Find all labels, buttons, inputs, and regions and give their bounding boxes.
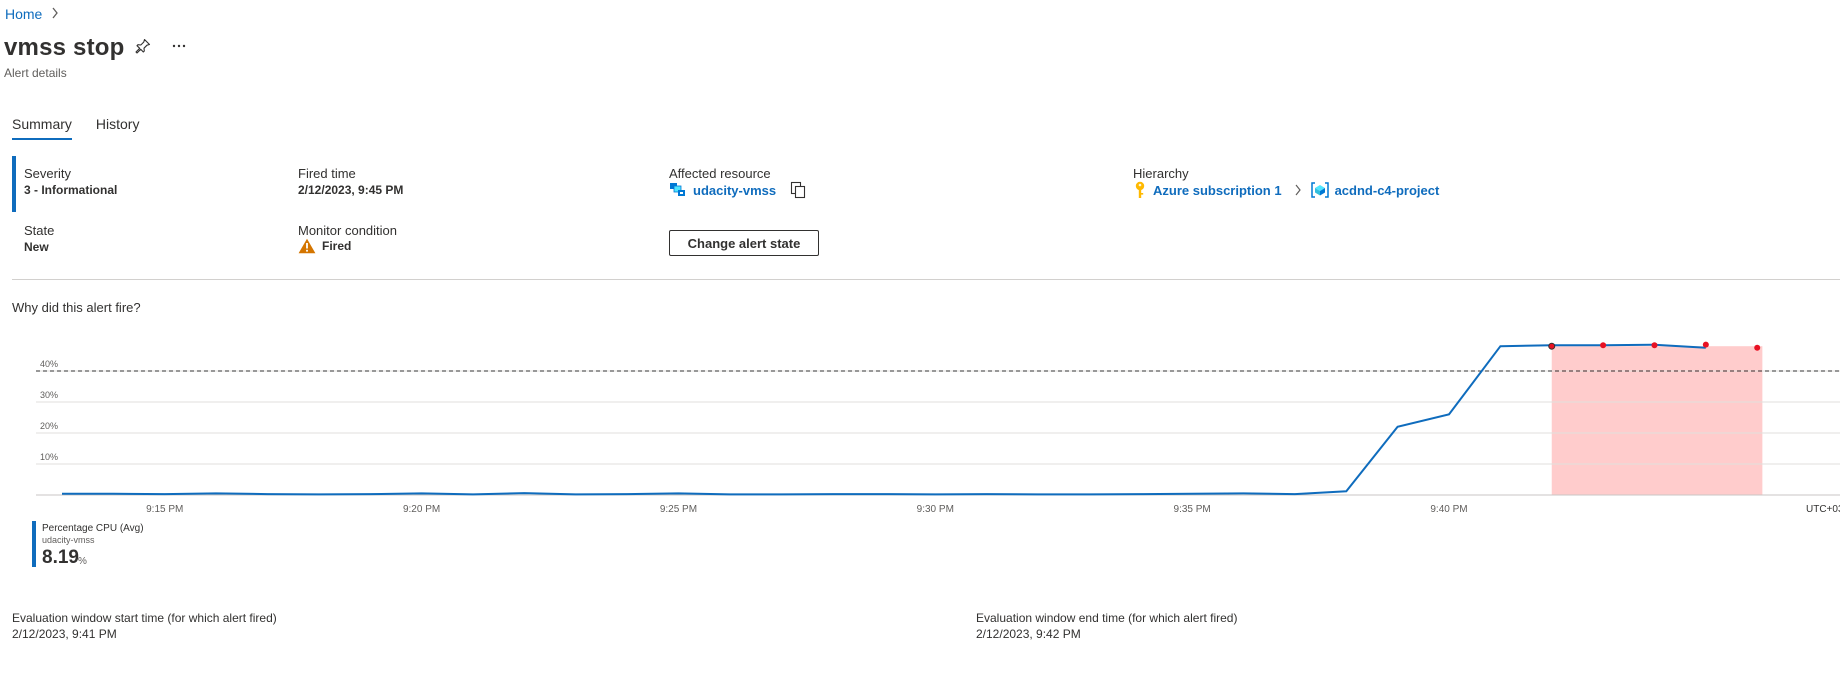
page-title: vmss stop [4,34,125,61]
x-tick-label: 9:35 PM [1174,504,1211,515]
key-icon [1133,181,1147,199]
monitor-condition: Fired [298,238,351,254]
hierarchy-subscription-link[interactable]: Azure subscription 1 [1153,183,1282,198]
severity-label: Severity [24,166,71,181]
x-tick-label: 9:30 PM [917,504,954,515]
breach-point [1754,344,1761,351]
tab-history[interactable]: History [96,116,140,140]
hierarchy-label: Hierarchy [1133,166,1189,181]
more-icon[interactable] [171,38,187,54]
tab-bar: Summary History [12,116,139,140]
vmss-icon [669,182,687,198]
breach-point [1600,342,1607,349]
y-tick-label: 20% [40,421,58,431]
breach-point [1548,342,1556,350]
state-value: New [24,240,49,254]
warning-icon [298,238,316,254]
breach-point [1651,342,1658,349]
monitor-condition-label: Monitor condition [298,223,397,238]
cpu-chart: 10% 20% 30% 40% 9:15 PM 9:20 PM 9:25 PM 9:30 PM… [36,341,1840,515]
y-tick-label: 40% [40,359,58,369]
x-tick-label: 9:20 PM [403,504,440,515]
breadcrumb: Home [5,6,59,22]
pin-icon[interactable] [135,38,151,54]
eval-start-label: Evaluation window start time (for which … [12,611,277,625]
hierarchy-resource-group-link[interactable]: acdnd-c4-project [1335,183,1440,198]
affected-resource-link[interactable]: udacity-vmss [693,183,776,198]
legend-color-bar [32,521,36,567]
eval-start-value: 2/12/2023, 9:41 PM [12,627,117,641]
breadcrumb-home-link[interactable]: Home [5,6,42,22]
severity-accent-bar [12,156,16,212]
legend-value: 8.19 [42,547,79,568]
x-tick-label: 9:40 PM [1430,504,1467,515]
eval-end-value: 2/12/2023, 9:42 PM [976,627,1081,641]
chevron-right-icon [1294,184,1302,196]
legend-metric-name: Percentage CPU (Avg) [42,523,144,534]
page-subtitle: Alert details [4,66,67,80]
y-tick-label: 10% [40,452,58,462]
fired-time-label: Fired time [298,166,356,181]
state-label: State [24,223,55,238]
affected-resource-label: Affected resource [669,166,771,181]
x-tick-label: 9:15 PM [146,504,183,515]
timezone-label: UTC+03 [1806,504,1840,515]
fired-window-area [1551,346,1763,495]
affected-resource: udacity-vmss [669,181,806,199]
x-tick-label: 9:25 PM [660,504,697,515]
why-fired-heading: Why did this alert fire? [12,300,141,315]
severity-value: 3 - Informational [24,183,118,197]
title-actions [135,38,187,54]
legend-resource-name: udacity-vmss [42,535,95,545]
eval-end-label: Evaluation window end time (for which al… [976,611,1238,625]
hierarchy: Azure subscription 1 acdnd-c4-project [1133,181,1439,199]
y-tick-label: 30% [40,390,58,400]
legend-unit: % [78,556,87,567]
change-alert-state-button[interactable]: Change alert state [669,230,819,256]
series-line [62,343,1706,496]
copy-icon[interactable] [790,181,806,199]
section-divider [12,279,1840,280]
tab-summary[interactable]: Summary [12,116,72,140]
breach-point [1702,341,1709,348]
chevron-right-icon [51,7,59,22]
resource-group-icon [1310,182,1329,198]
monitor-condition-value: Fired [322,239,352,253]
fired-time-value: 2/12/2023, 9:45 PM [298,183,404,197]
